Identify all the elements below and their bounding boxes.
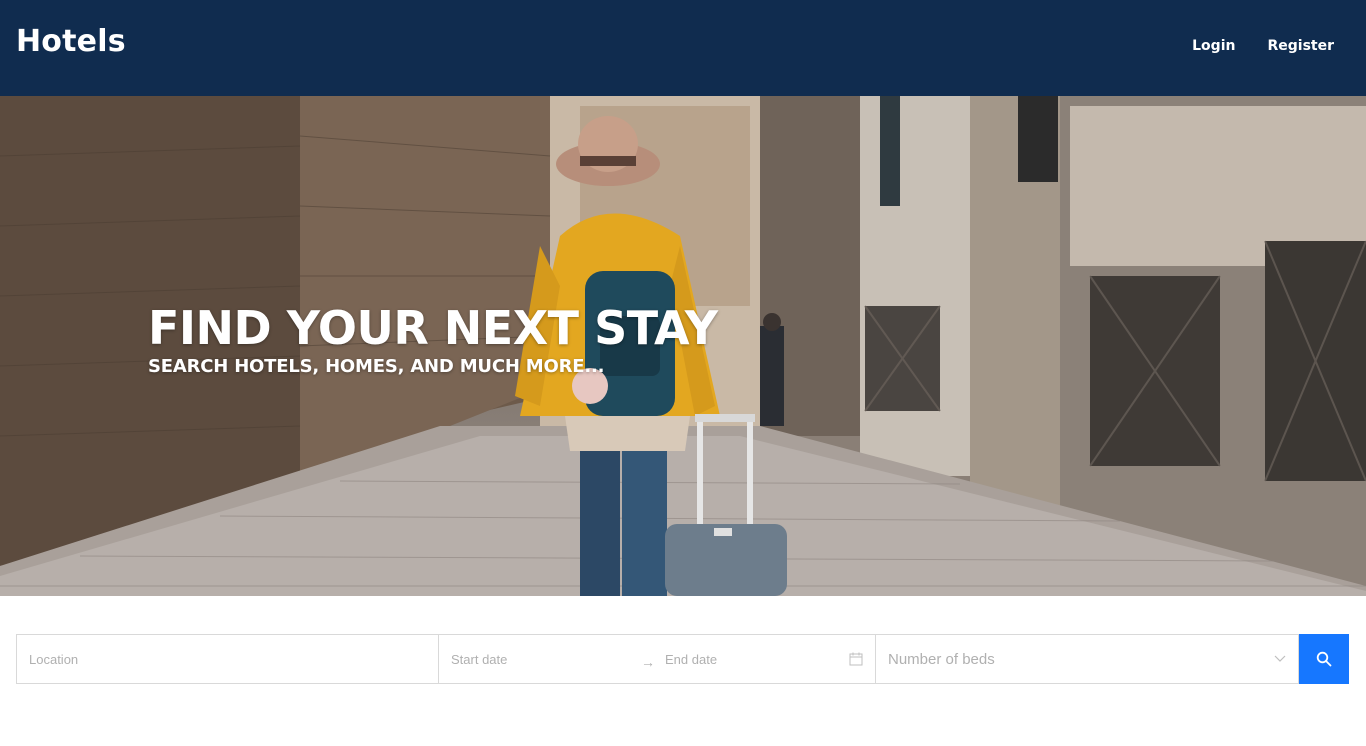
chevron-down-icon: [1274, 655, 1286, 662]
top-navbar: Hotels Login Register: [0, 0, 1366, 96]
register-link[interactable]: Register: [1267, 38, 1334, 54]
login-link[interactable]: Login: [1192, 38, 1235, 54]
search-icon: [1316, 651, 1332, 667]
hero-banner: FIND YOUR NEXT STAY SEARCH HOTELS, HOMES…: [0, 96, 1366, 596]
hero-text-block: FIND YOUR NEXT STAY SEARCH HOTELS, HOMES…: [148, 302, 718, 377]
nav-links: Login Register: [1192, 38, 1334, 54]
location-field: [16, 634, 439, 684]
hero-subtitle: SEARCH HOTELS, HOMES, AND MUCH MORE...: [148, 356, 605, 377]
search-button[interactable]: [1299, 634, 1349, 684]
end-date-input[interactable]: [665, 635, 845, 683]
beds-select[interactable]: Number of beds: [875, 634, 1299, 684]
date-range-picker[interactable]: →: [438, 634, 876, 684]
start-date-input[interactable]: [451, 635, 631, 683]
hero-title: FIND YOUR NEXT STAY: [148, 301, 718, 355]
arrow-right-icon: →: [641, 654, 655, 670]
brand-logo[interactable]: Hotels: [16, 24, 126, 59]
location-input[interactable]: [17, 635, 438, 683]
calendar-icon: [849, 652, 863, 666]
beds-placeholder: Number of beds: [888, 650, 995, 668]
search-bar: → Number of beds: [16, 634, 1350, 684]
